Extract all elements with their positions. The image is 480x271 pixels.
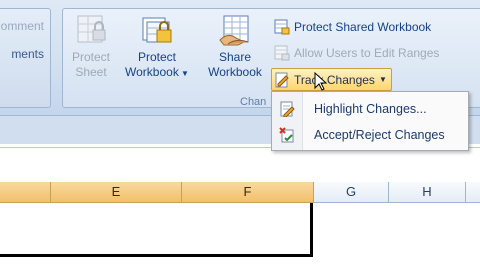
changes-group-label: Chan bbox=[240, 96, 267, 108]
highlight-changes-item[interactable]: Highlight Changes... bbox=[272, 97, 468, 121]
protect-sheet-label-2: Sheet bbox=[75, 65, 107, 79]
accept-reject-changes-item[interactable]: Accept/Reject Changes bbox=[272, 123, 468, 147]
track-changes-menu: Highlight Changes... Accept/Reject Chang… bbox=[271, 91, 469, 151]
track-changes-icon bbox=[274, 72, 290, 88]
column-header-d[interactable] bbox=[0, 182, 51, 203]
chevron-down-icon: ▼ bbox=[378, 75, 387, 84]
allow-users-label: Allow Users to Edit Ranges bbox=[294, 46, 440, 60]
allow-users-icon bbox=[274, 45, 290, 61]
mouse-cursor-icon bbox=[314, 71, 328, 91]
comments-item[interactable]: ments bbox=[11, 47, 44, 61]
allow-users-edit-ranges-button[interactable]: Allow Users to Edit Ranges bbox=[274, 43, 439, 63]
comments-group: omment ments bbox=[0, 8, 51, 108]
column-header-h[interactable]: H bbox=[389, 182, 466, 203]
protect-workbook-label-1: Protect bbox=[137, 50, 176, 64]
share-workbook-label-1: Share bbox=[218, 50, 252, 64]
protect-workbook-button[interactable]: Protect Workbook ▼ bbox=[119, 14, 195, 81]
share-workbook-button[interactable]: Share Workbook bbox=[200, 14, 270, 80]
protect-shared-label: Protect Shared Workbook bbox=[294, 20, 432, 34]
protect-workbook-icon bbox=[140, 14, 174, 46]
highlight-changes-label: Highlight Changes... bbox=[314, 102, 427, 116]
track-changes-label: Track Changes bbox=[294, 72, 375, 87]
protect-sheet-icon bbox=[74, 14, 108, 46]
accept-reject-icon bbox=[279, 127, 295, 143]
chevron-down-icon: ▼ bbox=[178, 69, 189, 78]
protect-shared-workbook-button[interactable]: Protect Shared Workbook bbox=[274, 17, 431, 37]
track-changes-button[interactable]: Track Changes ▼ bbox=[271, 68, 392, 91]
share-workbook-icon bbox=[218, 14, 252, 46]
highlight-changes-icon bbox=[279, 101, 295, 118]
column-header-e[interactable]: E bbox=[51, 182, 182, 203]
protect-shared-icon bbox=[274, 19, 290, 35]
accept-reject-label: Accept/Reject Changes bbox=[314, 128, 445, 142]
protect-sheet-label-1: Protect bbox=[71, 50, 110, 64]
protect-workbook-label-2: Workbook bbox=[125, 65, 179, 79]
column-header-i[interactable] bbox=[466, 182, 480, 203]
comment-item[interactable]: omment bbox=[1, 19, 44, 33]
column-header-f[interactable]: F bbox=[182, 182, 314, 203]
share-workbook-label-2: Workbook bbox=[208, 65, 262, 79]
selected-range[interactable] bbox=[0, 203, 313, 257]
column-header-g[interactable]: G bbox=[314, 182, 389, 203]
protect-sheet-button[interactable]: Protect Sheet bbox=[64, 14, 118, 80]
